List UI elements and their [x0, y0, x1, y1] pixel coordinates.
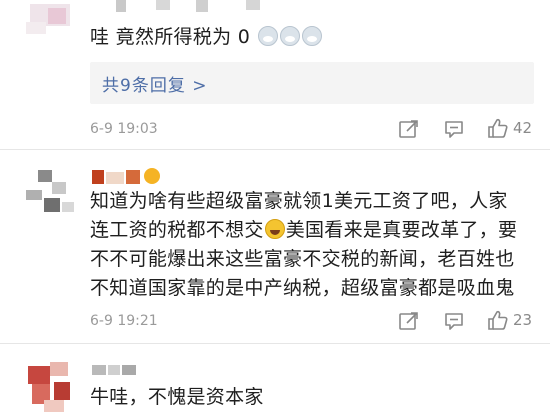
comment-icon[interactable]: [443, 118, 465, 140]
comment-text: 哇 竟然所得税为 0: [90, 23, 323, 52]
comment-line: 不不可能爆出来这些富豪不交税的新闻，老百姓也: [90, 248, 515, 270]
thumbs-up-icon[interactable]: [487, 117, 509, 139]
comment-line: 连工资的税都不想交 美国看来是真要改革了，要: [90, 219, 518, 241]
username-blurred[interactable]: [116, 0, 286, 12]
avatar[interactable]: [24, 360, 82, 412]
doraemon-emoji-icon: [279, 26, 300, 46]
share-icon[interactable]: [398, 118, 420, 140]
reply-count-link[interactable]: 共9条回复 >: [102, 71, 207, 96]
avatar[interactable]: [22, 166, 80, 218]
doraemon-emoji-icon: [301, 26, 322, 46]
share-icon[interactable]: [398, 310, 420, 332]
like-count: 23: [513, 311, 533, 329]
comment-line: 知道为啥有些超级富豪就领1美元工资了吧，人家: [90, 190, 508, 212]
username-blurred[interactable]: [92, 168, 172, 186]
comment-line: 不知道国家靠的是中产纳税，超级富豪都是吸血鬼: [90, 277, 515, 299]
comment-text: 知道为啥有些超级富豪就领1美元工资了吧，人家 连工资的税都不想交 美国看来是真要改…: [90, 187, 517, 303]
comment-text-body: 牛哇，不愧是资本家: [90, 386, 264, 408]
reply-thread-link[interactable]: 共9条回复 >: [90, 62, 534, 104]
timestamp: 6-9 19:21: [90, 313, 158, 329]
doraemon-emoji-icon: [257, 26, 278, 46]
timestamp: 6-9 19:03: [90, 121, 158, 137]
thumbs-up-icon[interactable]: [487, 309, 509, 331]
comment-icon[interactable]: [443, 310, 465, 332]
username-blurred[interactable]: [92, 363, 152, 375]
like-count: 42: [513, 119, 533, 137]
laugh-cry-emoji-icon: [264, 219, 285, 239]
comment-text-body: 哇 竟然所得税为 0: [90, 26, 251, 48]
divider: [0, 343, 550, 344]
comment-text: 牛哇，不愧是资本家: [90, 383, 264, 412]
divider: [0, 149, 550, 150]
avatar[interactable]: [18, 0, 76, 44]
member-badge-icon: [144, 168, 160, 184]
